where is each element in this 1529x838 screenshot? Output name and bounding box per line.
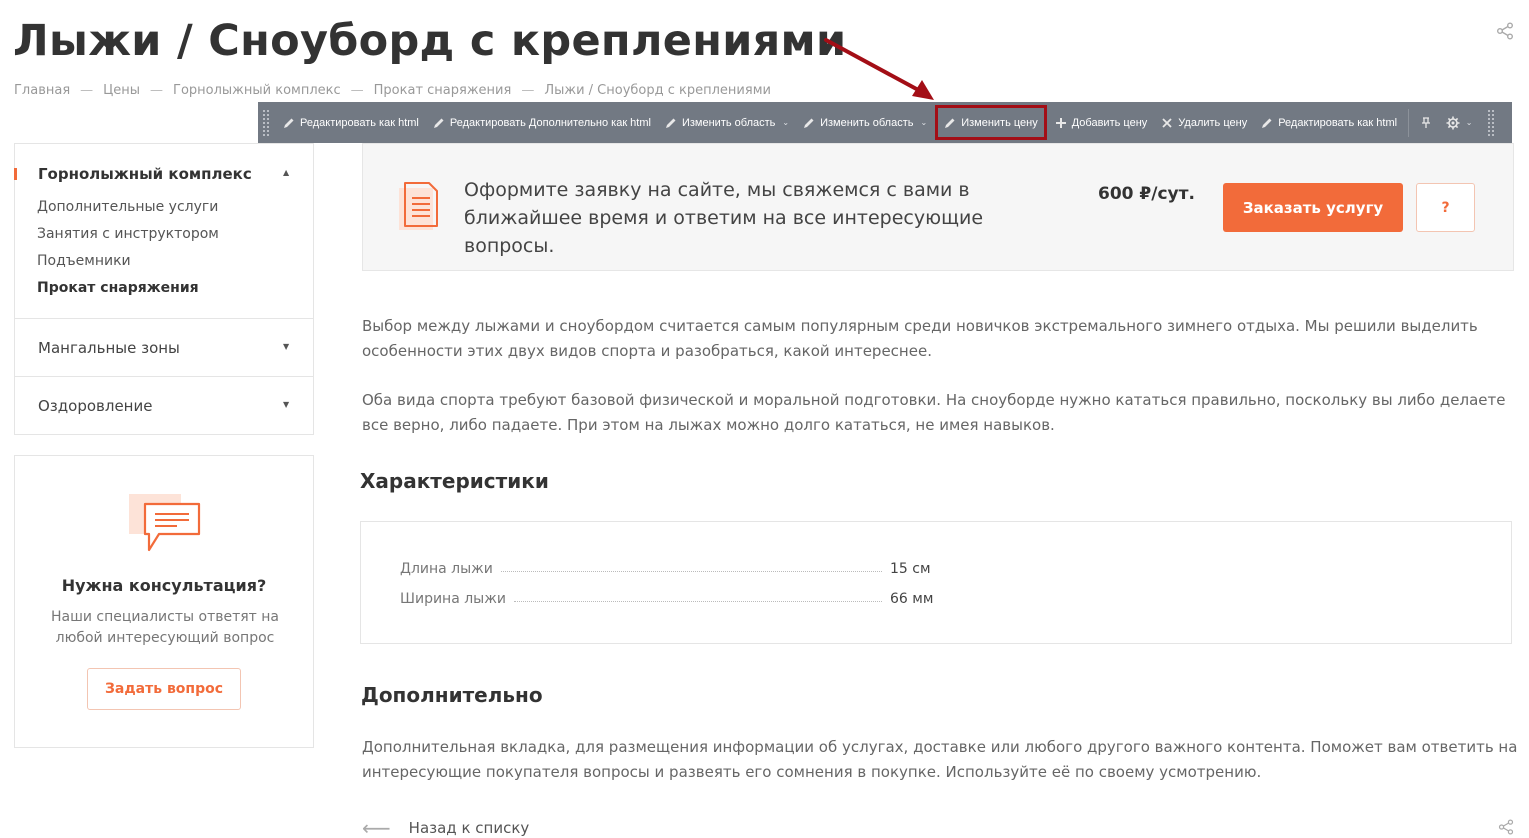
toolbar-drag-handle[interactable]	[262, 108, 270, 137]
sidebar-menu: Горнолыжный комплекс ▲ Дополнительные ус…	[14, 143, 314, 435]
characteristics-heading: Характеристики	[360, 469, 549, 493]
breadcrumb-item-prices[interactable]: Цены	[103, 83, 140, 98]
page-title: Лыжи / Сноуборд с креплениями	[13, 16, 847, 66]
toolbar-drag-handle-end[interactable]	[1487, 108, 1496, 137]
chevron-down-icon[interactable]: ⌄	[782, 118, 789, 127]
chat-icon	[129, 494, 201, 552]
toolbar-item-label: Изменить область	[820, 116, 914, 129]
sidebar-item-bbq-zones[interactable]: Мангальные зоны	[38, 339, 180, 357]
breadcrumb-item-home[interactable]: Главная	[14, 83, 70, 98]
characteristic-value: 15 см	[890, 561, 931, 577]
divider	[15, 376, 313, 377]
toolbar-item-label: Редактировать как html	[1278, 116, 1398, 129]
breadcrumb-item-rental[interactable]: Прокат снаряжения	[374, 83, 512, 98]
toolbar-item-label: Редактировать как html	[300, 116, 419, 129]
chevron-up-icon[interactable]: ▲	[283, 168, 289, 177]
pencil-icon	[1262, 118, 1272, 128]
consult-title: Нужна консультация?	[61, 576, 267, 595]
breadcrumb-separator: —	[521, 83, 535, 98]
toolbar-item-label: Редактировать Дополнительно как html	[449, 116, 651, 129]
additional-heading: Дополнительно	[361, 683, 543, 707]
content-paragraph: Оба вида спорта требуют базовой физическ…	[362, 391, 1506, 434]
back-to-list-link[interactable]: ⟵ Назад к списку	[362, 816, 529, 838]
arrow-left-icon: ⟵	[362, 816, 391, 838]
order-text: Оформите заявку на сайте, мы свяжемся с …	[464, 179, 984, 257]
chevron-down-icon[interactable]: ⌄	[920, 118, 927, 127]
pencil-icon	[284, 118, 294, 128]
breadcrumb-separator: —	[80, 83, 94, 98]
toolbar-settings-button[interactable]: ⌄	[1439, 116, 1479, 130]
share-icon[interactable]	[1496, 22, 1514, 40]
sidebar-item-wellness[interactable]: Оздоровление	[38, 397, 152, 415]
breadcrumb-separator: —	[350, 83, 364, 98]
chevron-down-icon[interactable]: ▼	[283, 400, 289, 409]
ask-question-button[interactable]: Задать вопрос	[87, 668, 241, 710]
pencil-icon	[945, 118, 955, 128]
toolbar-add-price-button[interactable]: Добавить цену	[1048, 102, 1155, 143]
characteristic-name: Ширина лыжи	[400, 591, 506, 607]
characteristic-name: Длина лыжи	[400, 561, 493, 577]
active-section-marker	[14, 168, 17, 180]
sidebar-subitem-rental[interactable]: Прокат снаряжения	[37, 280, 199, 296]
pencil-icon	[433, 118, 444, 128]
characteristic-row: Длина лыжи 15 см	[400, 557, 940, 577]
consultation-widget: Нужна консультация? Наши специалисты отв…	[14, 455, 314, 748]
toolbar-divider	[1408, 108, 1410, 137]
toolbar-item-label: Добавить цену	[1071, 116, 1148, 129]
chevron-down-icon: ⌄	[1465, 118, 1473, 127]
plus-icon	[1055, 117, 1066, 128]
toolbar-delete-price-button[interactable]: Удалить цену	[1154, 102, 1254, 143]
characteristics-table: Длина лыжи 15 см Ширина лыжи 66 мм	[360, 521, 1512, 644]
breadcrumb-separator: —	[150, 83, 164, 98]
share-icon[interactable]	[1498, 819, 1514, 835]
breadcrumb: Главная — Цены — Горнолыжный комплекс — …	[14, 83, 771, 98]
order-panel: Оформите заявку на сайте, мы свяжемся с …	[362, 143, 1514, 271]
divider	[15, 318, 313, 319]
order-service-button[interactable]: Заказать услугу	[1223, 183, 1403, 232]
toolbar-item-label: Изменить цену	[961, 116, 1038, 129]
characteristic-value: 66 мм	[890, 591, 934, 607]
annotation-arrow	[824, 38, 934, 100]
sidebar-subitem-instructor[interactable]: Занятия с инструктором	[37, 226, 219, 242]
breadcrumb-item-ski-complex[interactable]: Горнолыжный комплекс	[173, 83, 341, 98]
sidebar-item-ski-complex[interactable]: Горнолыжный комплекс	[38, 165, 252, 183]
toolbar-edit-html-button[interactable]: Редактировать как html	[276, 102, 426, 143]
toolbar-change-price-button[interactable]: Изменить цену	[934, 104, 1048, 141]
toolbar-change-area-button[interactable]: Изменить область ⌄	[658, 102, 796, 143]
chevron-down-icon[interactable]: ▼	[283, 342, 289, 351]
toolbar-edit-extra-html-button[interactable]: Редактировать Дополнительно как html	[426, 102, 658, 143]
gear-icon	[1446, 116, 1460, 129]
content-paragraph: Выбор между лыжами и сноубордом считаетс…	[362, 317, 1478, 360]
back-link-label: Назад к списку	[408, 819, 530, 837]
toolbar-item-label: Изменить область	[681, 116, 776, 129]
sidebar-subitem-extra-services[interactable]: Дополнительные услуги	[37, 199, 218, 215]
toolbar-pin-button[interactable]	[1413, 116, 1439, 129]
service-price: 600 ₽/сут.	[1098, 184, 1195, 204]
pin-icon	[1422, 116, 1431, 128]
close-icon	[1162, 117, 1172, 128]
question-button[interactable]: ?	[1416, 183, 1475, 232]
characteristic-row: Ширина лыжи 66 мм	[400, 587, 940, 607]
toolbar-item-label: Удалить цену	[1178, 116, 1248, 129]
pencil-icon	[665, 118, 676, 128]
pencil-icon	[804, 118, 814, 128]
dotted-leader	[500, 571, 882, 572]
toolbar-edit-html-button-2[interactable]: Редактировать как html	[1254, 102, 1404, 143]
consult-text: Наши специалисты ответят на любой интере…	[50, 609, 280, 646]
document-icon	[399, 182, 438, 230]
sidebar-subitem-lifts[interactable]: Подъемники	[37, 253, 131, 269]
additional-paragraph: Дополнительная вкладка, для размещения и…	[362, 738, 1518, 781]
breadcrumb-item-current: Лыжи / Сноуборд с креплениями	[544, 83, 771, 98]
dotted-leader	[513, 601, 882, 602]
